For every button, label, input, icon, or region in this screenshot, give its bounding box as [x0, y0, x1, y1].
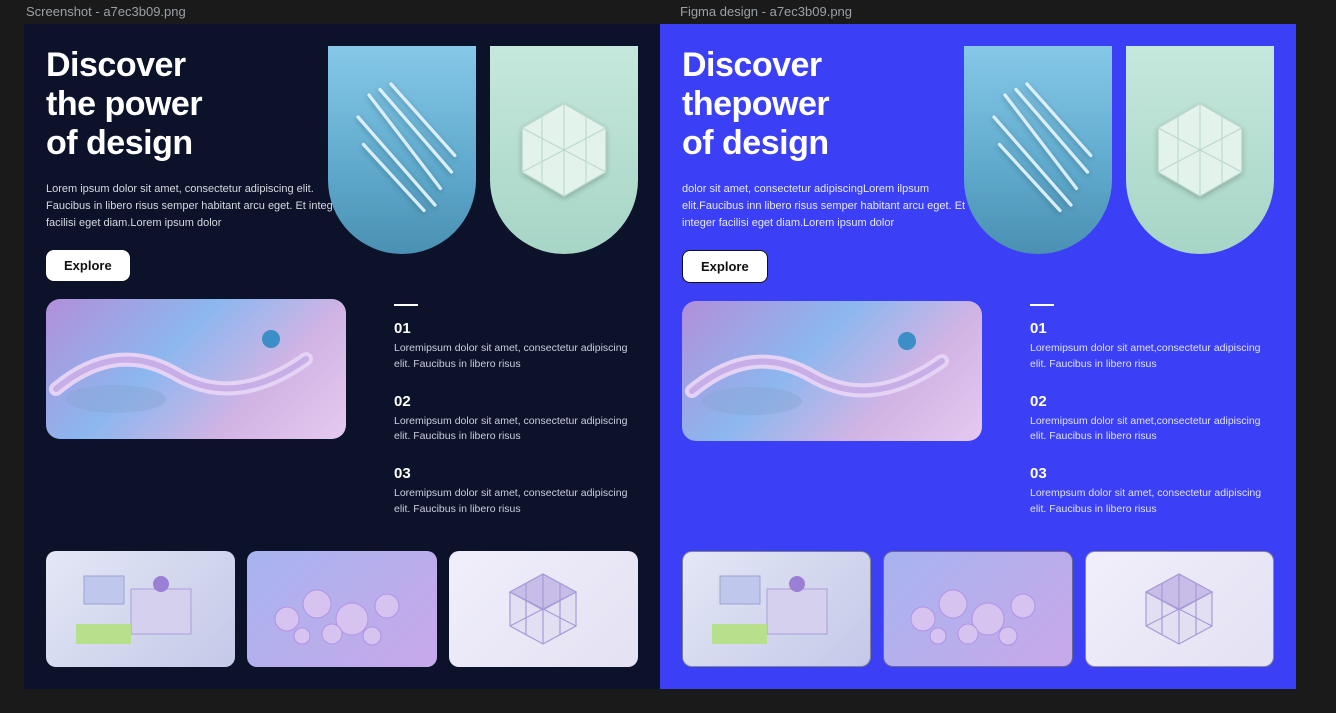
hero-arch-image-2 [490, 46, 638, 254]
crystal-swirl-icon [983, 80, 1093, 220]
hero-arch-image-1 [328, 46, 476, 254]
feature-item-02: 02 Loremipsum dolor sit amet,consectetur… [1030, 393, 1270, 446]
tech-machine-icon [702, 564, 852, 654]
feature-item-text: Loremipsum dolor sit amet,consectetur ad… [1030, 414, 1270, 446]
feature-item-03: 03 Lorempsum dolor sit amet, consectetur… [1030, 465, 1270, 518]
list-accent-dash [1030, 304, 1054, 306]
thumbnail-2[interactable] [247, 551, 436, 667]
hero-arch-image-2 [1126, 46, 1274, 254]
voxel-cube-icon [509, 95, 619, 205]
feature-list: 01 Loremipsum dolor sit amet, consectetu… [394, 304, 634, 538]
figma-panel: Discover thepower of design dolor sit am… [660, 24, 1296, 689]
headline-line-2: thepower [682, 85, 829, 123]
page-headline: Discover the power of design [46, 46, 326, 163]
hero-image-row [964, 46, 1274, 254]
explore-button[interactable]: Explore [46, 250, 130, 281]
bubbles-icon [262, 564, 422, 654]
feature-item-03: 03 Loremipsum dolor sit amet, consectetu… [394, 465, 634, 518]
headline-line-1: Discover [682, 46, 822, 84]
feature-item-text: Loremipsum dolor sit amet,consectetur ad… [1030, 341, 1270, 373]
headline-line-1: Discover [46, 46, 186, 84]
list-accent-dash [394, 304, 418, 306]
thumbnail-3[interactable] [1085, 551, 1274, 667]
feature-item-01: 01 Loremipsum dolor sit amet, consectetu… [394, 320, 634, 373]
feature-image [46, 299, 346, 439]
tab-figma-design[interactable]: Figma design - a7ec3b09.png [680, 4, 852, 19]
tech-machine-icon [66, 564, 216, 654]
feature-item-number: 02 [1030, 393, 1270, 410]
thumbnail-2[interactable] [883, 551, 1072, 667]
feature-image [682, 301, 982, 441]
feature-item-text: Loremipsum dolor sit amet, consectetur a… [394, 341, 634, 373]
lead-paragraph: Lorem ipsum dolor sit amet, consectetur … [46, 181, 346, 232]
tab-screenshot[interactable]: Screenshot - a7ec3b09.png [26, 4, 186, 19]
screenshot-panel: Discover the power of design Lorem ipsum… [24, 24, 660, 689]
feature-item-01: 01 Loremipsum dolor sit amet,consectetur… [1030, 320, 1270, 373]
explore-button[interactable]: Explore [682, 250, 768, 283]
rubik-icon [1134, 564, 1224, 654]
page-headline: Discover thepower of design [682, 46, 962, 163]
comparison-view: Discover the power of design Lorem ipsum… [0, 0, 1336, 689]
bubbles-icon [898, 564, 1058, 654]
feature-item-text: Loremipsum dolor sit amet, consectetur a… [394, 486, 634, 518]
hero-arch-image-1 [964, 46, 1112, 254]
feature-list: 01 Loremipsum dolor sit amet,consectetur… [1030, 304, 1270, 538]
feature-item-text: Lorempsum dolor sit amet, consectetur ad… [1030, 486, 1270, 518]
glass-snake-icon [682, 301, 982, 441]
hero-image-row [328, 46, 638, 254]
feature-item-02: 02 Loremipsum dolor sit amet, consectetu… [394, 393, 634, 446]
feature-item-number: 01 [1030, 320, 1270, 337]
feature-item-number: 03 [394, 465, 634, 482]
feature-item-text: Loremipsum dolor sit amet, consectetur a… [394, 414, 634, 446]
rubik-icon [498, 564, 588, 654]
feature-item-number: 01 [394, 320, 634, 337]
lead-paragraph: dolor sit amet, consectetur adipiscingLo… [682, 181, 982, 232]
headline-line-2: the power [46, 85, 202, 123]
thumbnail-row [46, 551, 638, 667]
thumbnail-row [682, 551, 1274, 667]
feature-item-number: 03 [1030, 465, 1270, 482]
feature-item-number: 02 [394, 393, 634, 410]
voxel-cube-icon [1145, 95, 1255, 205]
headline-line-3: of design [46, 124, 193, 162]
glass-snake-icon [46, 299, 346, 439]
thumbnail-3[interactable] [449, 551, 638, 667]
thumbnail-1[interactable] [682, 551, 871, 667]
headline-line-3: of design [682, 124, 829, 162]
thumbnail-1[interactable] [46, 551, 235, 667]
crystal-swirl-icon [347, 80, 457, 220]
